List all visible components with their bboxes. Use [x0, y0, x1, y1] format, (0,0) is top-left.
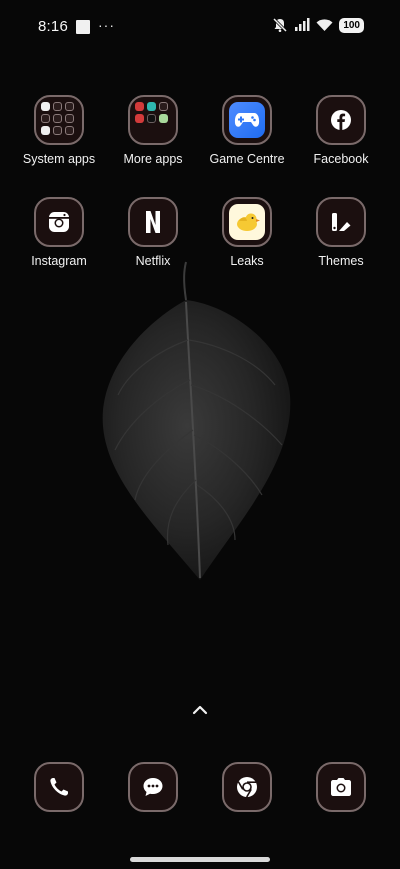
netflix-icon: [146, 211, 160, 233]
app-leaks[interactable]: Leaks: [199, 197, 295, 268]
status-left: 8:16 ···: [38, 16, 115, 36]
battery-icon: 100: [339, 17, 364, 33]
app-label: System apps: [22, 152, 96, 166]
clock: 8:16: [38, 18, 68, 35]
app-label: Leaks: [230, 254, 264, 268]
chrome-icon: [237, 777, 257, 798]
notifications-overflow: ···: [98, 16, 115, 33]
themes-icon: [332, 213, 351, 231]
folder-system-apps[interactable]: System apps: [11, 95, 107, 166]
app-icon-tile: [222, 762, 272, 812]
bird-icon: [237, 213, 260, 231]
dock-messages[interactable]: [128, 762, 178, 812]
folder-more-apps[interactable]: More apps: [105, 95, 201, 166]
dock-camera[interactable]: [316, 762, 366, 812]
app-icon-tile: [316, 197, 366, 247]
app-instagram[interactable]: Instagram: [11, 197, 107, 268]
app-label: More apps: [123, 152, 183, 166]
app-icon-tile: [316, 762, 366, 812]
app-icon-tile: [316, 95, 366, 145]
app-label: Instagram: [31, 254, 87, 268]
app-themes[interactable]: Themes: [293, 197, 389, 268]
app-label: Facebook: [313, 152, 369, 166]
app-icon-tile: [128, 197, 178, 247]
folder-icon: [128, 95, 178, 145]
signal-icon: [295, 18, 310, 31]
gesture-nav-handle[interactable]: [130, 857, 270, 862]
status-right: 100: [272, 17, 364, 33]
app-icon-tile: [34, 197, 84, 247]
message-icon: [143, 778, 163, 796]
status-bar: 8:16 ··· 100: [0, 0, 400, 56]
folder-icon: [34, 95, 84, 145]
mute-icon: [273, 17, 288, 33]
facebook-icon: [331, 110, 351, 130]
phone-icon: [50, 778, 68, 796]
app-icon-tile: [34, 762, 84, 812]
instagram-icon: [49, 212, 69, 232]
dock-phone[interactable]: [34, 762, 84, 812]
camera-icon: [331, 778, 351, 796]
app-icon-tile: [222, 95, 272, 145]
app-facebook[interactable]: Facebook: [293, 95, 389, 166]
wifi-icon: [316, 19, 333, 31]
dock-chrome[interactable]: [222, 762, 272, 812]
gamepad-icon: [234, 113, 260, 127]
notification-square-icon: [76, 19, 90, 34]
app-icon-tile: [128, 762, 178, 812]
app-label: Game Centre: [209, 152, 285, 166]
chevron-up-icon[interactable]: [190, 700, 210, 720]
app-label: Netflix: [135, 254, 171, 268]
app-label: Themes: [318, 254, 364, 268]
app-game-centre[interactable]: Game Centre: [199, 95, 295, 166]
app-netflix[interactable]: Netflix: [105, 197, 201, 268]
app-icon-tile: [222, 197, 272, 247]
